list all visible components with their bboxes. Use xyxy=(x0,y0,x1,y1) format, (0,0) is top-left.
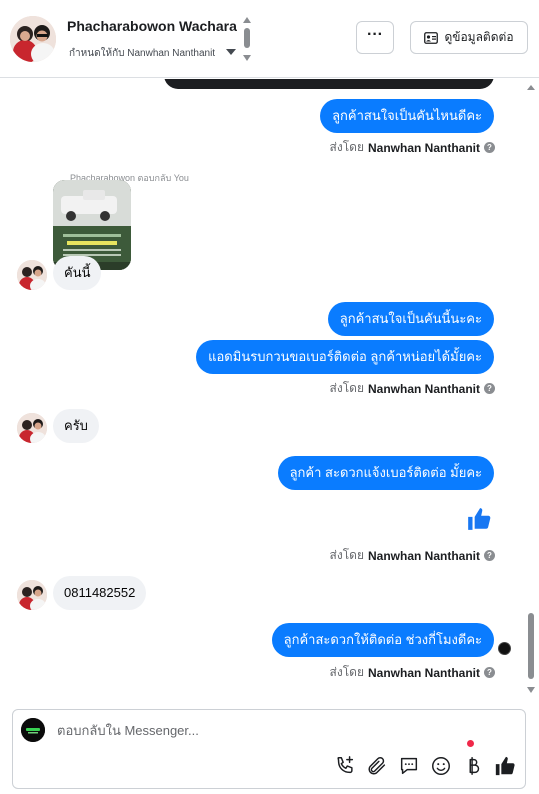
phone-plus-icon[interactable] xyxy=(334,755,356,777)
assigned-to-label[interactable]: กำหนดให้กับ Nanwhan Nanthanit xyxy=(69,46,215,61)
help-icon[interactable]: ? xyxy=(484,667,495,678)
outgoing-message[interactable]: ลูกค้าสนใจเป็นคันไหนดีคะ xyxy=(320,99,494,133)
outgoing-message[interactable]: ลูกค้าสนใจเป็นคันนี้นะคะ xyxy=(327,302,494,336)
composer-area xyxy=(0,699,539,794)
outgoing-message[interactable]: ลูกค้า สะดวกแจ้งเบอร์ติดต่อ มั้ยคะ xyxy=(277,456,494,490)
chat-bubble-icon[interactable] xyxy=(398,755,420,777)
header-scroll-control[interactable] xyxy=(242,16,252,62)
paperclip-icon[interactable] xyxy=(366,755,388,777)
baht-icon[interactable] xyxy=(462,755,484,777)
seen-indicator-avatar xyxy=(498,642,511,655)
sent-by-label: ส่งโดย Nanwhan Nanthanit ? xyxy=(330,546,495,565)
emoji-icon[interactable] xyxy=(430,755,452,777)
like-icon[interactable] xyxy=(494,755,516,777)
sent-by-prefix: ส่งโดย xyxy=(329,665,364,679)
thread-scrollbar[interactable] xyxy=(523,79,539,699)
sent-by-name: Nanwhan Nanthanit xyxy=(367,665,480,680)
outgoing-message[interactable]: ลูกค้าสะดวกให้ติดต่อ ช่วงกี่โมงดีคะ xyxy=(271,623,494,657)
page-avatar xyxy=(21,718,45,742)
previous-message-edge xyxy=(164,79,494,89)
message-input[interactable] xyxy=(57,718,497,742)
outgoing-message[interactable]: แอดมินรบกวนขอเบอร์ติดต่อ ลูกค้าหน่อยได้ม… xyxy=(196,340,494,374)
view-contact-info-button[interactable]: ดูข้อมูลติดต่อ xyxy=(410,21,528,54)
incoming-message[interactable]: ครับ xyxy=(53,409,99,443)
composer-box xyxy=(12,709,526,789)
sent-by-name: Nanwhan Nanthanit xyxy=(367,381,480,396)
contact-avatar-small[interactable] xyxy=(17,580,47,610)
help-icon[interactable]: ? xyxy=(484,142,495,153)
contact-avatar-small[interactable] xyxy=(17,260,47,290)
sent-by-label: ส่งโดย Nanwhan Nanthanit ? xyxy=(330,379,495,398)
more-options-button[interactable]: ··· xyxy=(356,21,394,54)
message-thread[interactable]: ลูกค้าสนใจเป็นคันไหนดีคะ ส่งโดย Nanwhan … xyxy=(0,79,539,699)
sent-by-prefix: ส่งโดย xyxy=(329,381,364,395)
contact-avatar[interactable] xyxy=(10,16,56,62)
contact-card-icon xyxy=(424,31,439,44)
like-reaction-icon[interactable] xyxy=(466,506,492,532)
conversation-header: Phacharabowon Wachara กำหนดให้กับ Nanwha… xyxy=(0,0,539,78)
assign-dropdown-caret-icon[interactable] xyxy=(226,49,236,55)
help-icon[interactable]: ? xyxy=(484,550,495,561)
view-contact-info-label: ดูข้อมูลติดต่อ xyxy=(444,30,514,44)
contact-avatar-small[interactable] xyxy=(17,413,47,443)
sent-by-name: Nanwhan Nanthanit xyxy=(367,140,480,155)
sent-by-prefix: ส่งโดย xyxy=(329,140,364,154)
contact-name[interactable]: Phacharabowon Wachara xyxy=(67,18,237,34)
sent-by-label: ส่งโดย Nanwhan Nanthanit ? xyxy=(330,138,495,157)
sent-by-name: Nanwhan Nanthanit xyxy=(367,548,480,563)
sent-by-label: ส่งโดย Nanwhan Nanthanit ? xyxy=(330,663,495,682)
sent-by-prefix: ส่งโดย xyxy=(329,548,364,562)
incoming-message[interactable]: คันนี้ xyxy=(53,256,102,290)
help-icon[interactable]: ? xyxy=(484,383,495,394)
notification-dot xyxy=(467,740,474,747)
incoming-message[interactable]: 0811482552 xyxy=(53,576,147,610)
